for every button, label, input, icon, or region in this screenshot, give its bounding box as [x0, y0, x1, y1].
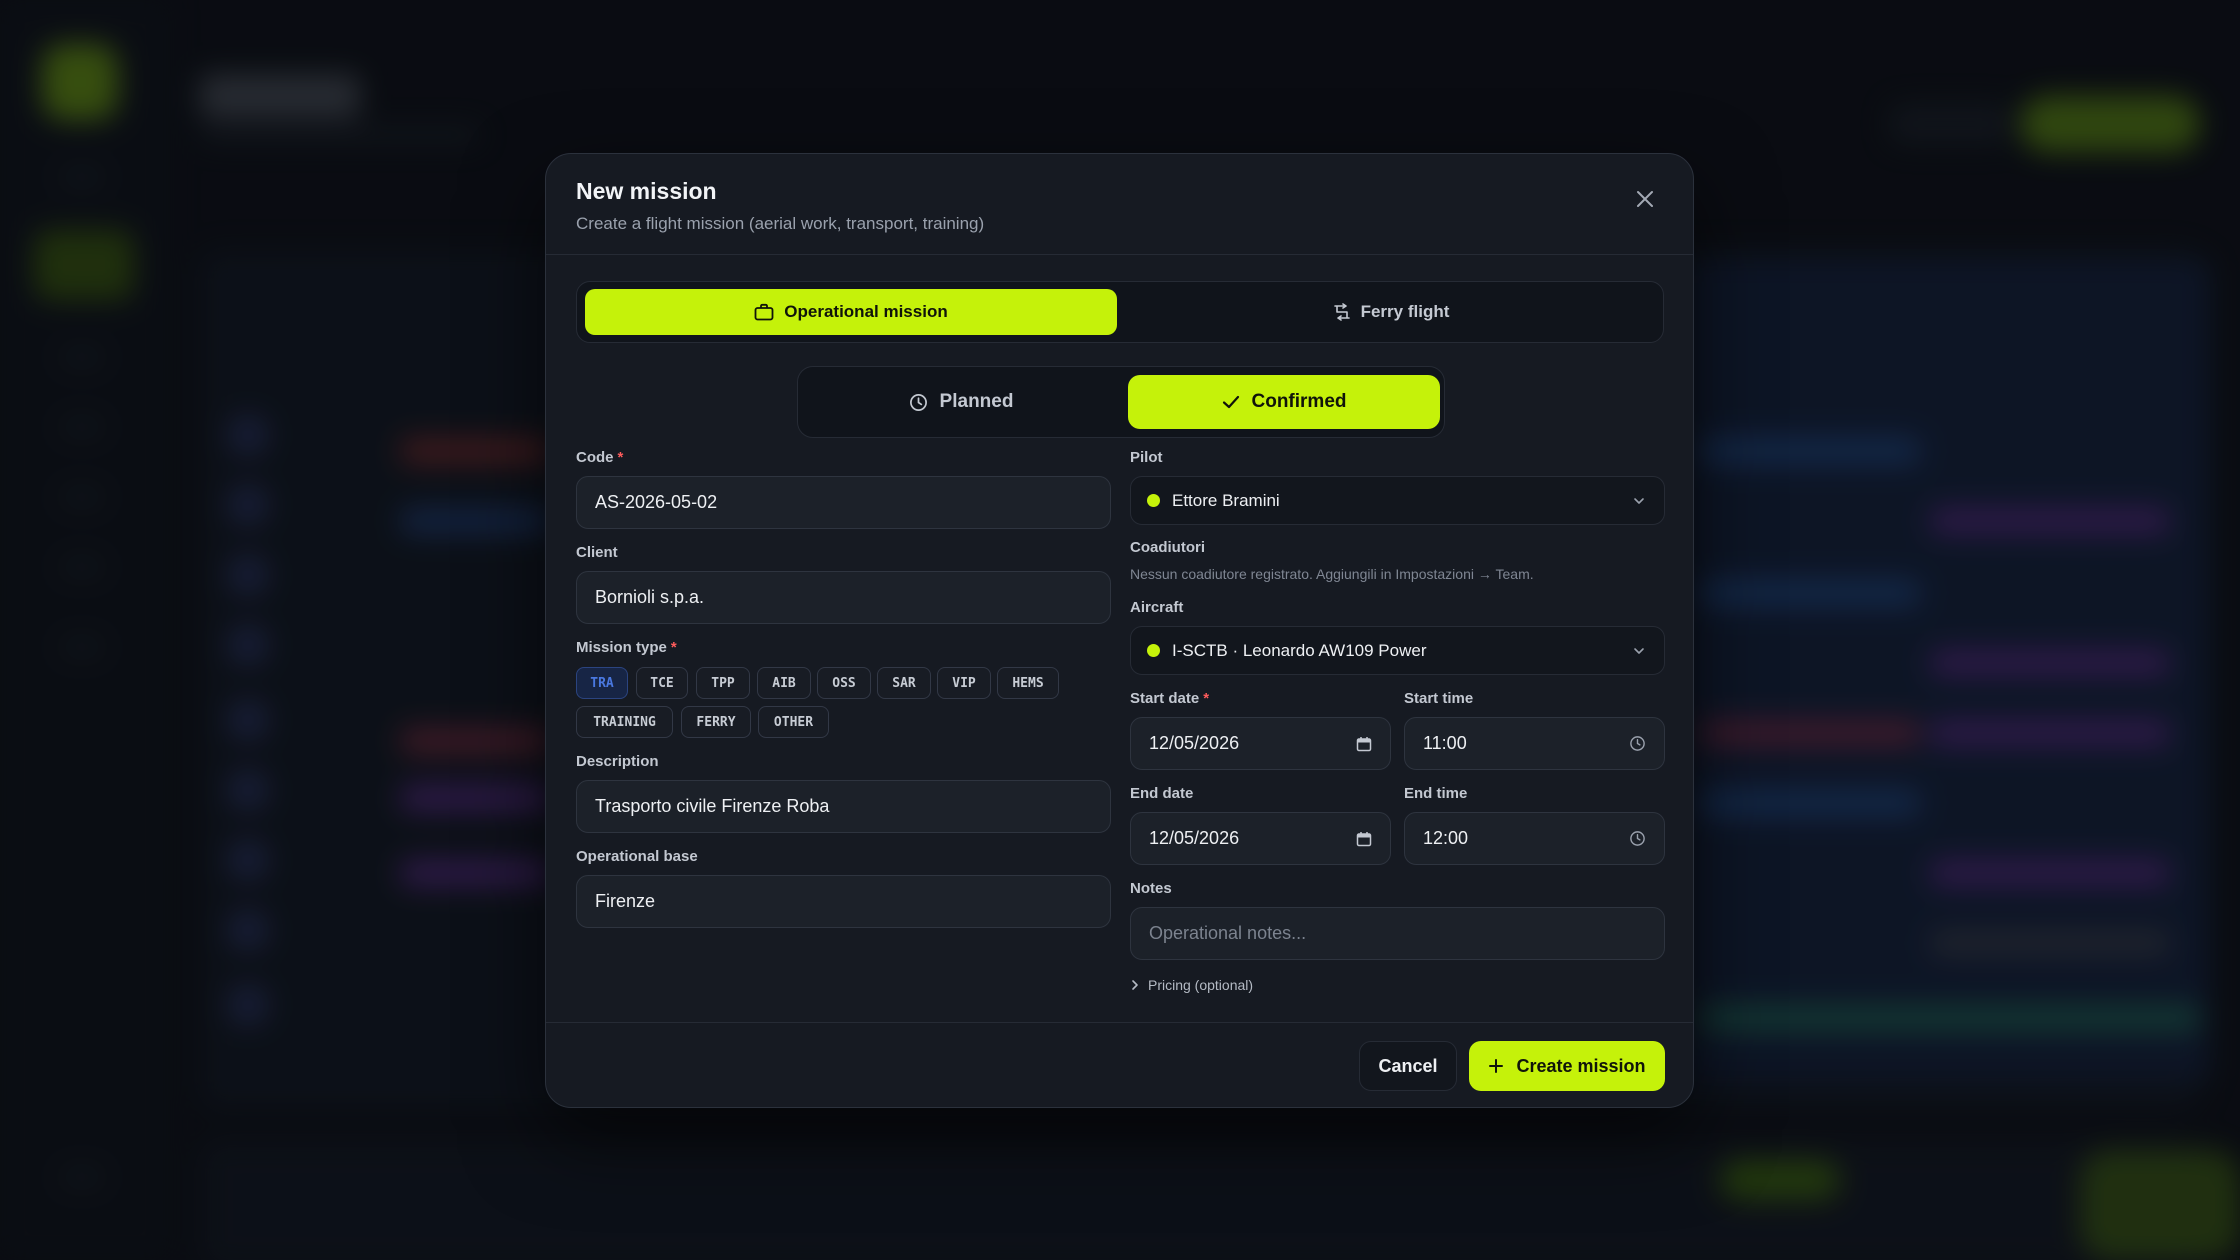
check-icon — [1222, 395, 1239, 409]
end-time-input[interactable]: 12:00 — [1404, 812, 1665, 865]
dialog-subtitle: Create a flight mission (aerial work, tr… — [576, 214, 985, 233]
notes-label: Notes — [1130, 880, 1172, 897]
mission-type-chip-aib[interactable]: AIB — [757, 667, 811, 699]
mission-type-chip-tra[interactable]: TRA — [576, 667, 628, 699]
mission-type-chip-hems[interactable]: HEMS — [997, 667, 1059, 699]
code-label: Code * — [576, 449, 624, 466]
mission-type-chip-other[interactable]: OTHER — [758, 706, 829, 738]
end-date-input[interactable]: 12/05/2026 — [1130, 812, 1391, 865]
client-input[interactable]: Bornioli s.p.a. — [576, 571, 1111, 624]
dialog-title: New mission — [576, 178, 717, 204]
end-date-label: End date — [1130, 785, 1194, 802]
create-mission-button[interactable]: Create mission — [1469, 1041, 1665, 1091]
mission-type-chip-tce[interactable]: TCE — [636, 667, 688, 699]
client-label: Client — [576, 544, 618, 561]
code-input[interactable]: AS-2026-05-02 — [576, 476, 1111, 529]
required-marker: * — [617, 449, 624, 466]
end-time-value: 12:00 — [1423, 828, 1469, 848]
aircraft-status-dot — [1147, 644, 1160, 657]
mission-kind-toggle: Operational mission Ferry flight — [576, 281, 1664, 343]
mission-type-label: Mission type * — [576, 639, 677, 656]
required-marker: * — [1203, 690, 1210, 707]
status-confirmed-label: Confirmed — [1251, 391, 1347, 412]
clock-icon[interactable] — [1629, 735, 1646, 752]
plus-icon — [1489, 1059, 1504, 1073]
chevron-down-icon — [1634, 498, 1644, 504]
create-mission-label: Create mission — [1516, 1055, 1646, 1076]
description-label: Description — [576, 753, 659, 770]
new-mission-dialog: New mission Create a flight mission (aer… — [545, 153, 1694, 1108]
coadiutori-hint: Nessun coadiutore registrato. Aggiungili… — [1130, 566, 1534, 582]
pilot-select[interactable]: Ettore Bramini — [1130, 476, 1665, 525]
start-date-input[interactable]: 12/05/2026 — [1130, 717, 1391, 770]
operational-mission-label: Operational mission — [784, 302, 948, 321]
operational-base-label: Operational base — [576, 848, 698, 865]
cancel-button[interactable]: Cancel — [1359, 1041, 1457, 1091]
start-time-value: 11:00 — [1423, 733, 1467, 753]
pilot-value: Ettore Bramini — [1172, 490, 1280, 510]
close-icon — [1637, 191, 1653, 207]
start-time-input[interactable]: 11:00 — [1404, 717, 1665, 770]
coadiutori-label: Coadiutori — [1130, 539, 1205, 556]
start-time-label: Start time — [1404, 690, 1474, 707]
aircraft-label: Aircraft — [1130, 599, 1184, 616]
required-marker: * — [670, 639, 677, 656]
dialog-header: New mission Create a flight mission (aer… — [546, 154, 1693, 255]
start-date-value: 12/05/2026 — [1149, 733, 1240, 753]
notes-input[interactable]: Operational notes... — [1130, 907, 1665, 960]
aircraft-value: I-SCTB · Leonardo AW109 Power — [1172, 640, 1427, 660]
clock-icon — [909, 393, 927, 411]
status-toggle: Planned Confirmed — [797, 366, 1445, 438]
ferry-flight-label: Ferry flight — [1360, 302, 1450, 321]
mission-type-chip-sar[interactable]: SAR — [877, 667, 931, 699]
start-date-label: Start date * — [1130, 690, 1210, 707]
pilot-status-dot — [1147, 494, 1160, 507]
pilot-label: Pilot — [1130, 449, 1163, 466]
status-planned-option[interactable]: Planned — [806, 375, 1116, 429]
mission-type-chip-ferry[interactable]: FERRY — [681, 706, 751, 738]
aircraft-select[interactable]: I-SCTB · Leonardo AW109 Power — [1130, 626, 1665, 675]
chevron-down-icon — [1634, 648, 1644, 654]
ferry-flight-option[interactable]: Ferry flight — [1125, 289, 1657, 335]
calendar-icon[interactable] — [1356, 831, 1372, 847]
briefcase-icon — [754, 303, 774, 321]
clock-icon[interactable] — [1629, 830, 1646, 847]
end-date-value: 12/05/2026 — [1149, 828, 1240, 848]
calendar-icon[interactable] — [1356, 736, 1372, 752]
mission-type-chip-training[interactable]: TRAINING — [576, 706, 673, 738]
end-time-label: End time — [1404, 785, 1468, 802]
route-icon — [1333, 303, 1350, 321]
close-button[interactable] — [1630, 184, 1660, 214]
mission-type-chip-vip[interactable]: VIP — [937, 667, 991, 699]
pricing-label: Pricing (optional) — [1148, 977, 1254, 993]
chevron-right-icon — [1132, 980, 1138, 990]
mission-type-chip-tpp[interactable]: TPP — [696, 667, 750, 699]
status-confirmed-option[interactable]: Confirmed — [1128, 375, 1440, 429]
operational-base-input[interactable]: Firenze — [576, 875, 1111, 928]
operational-mission-option[interactable]: Operational mission — [585, 289, 1117, 335]
description-input[interactable]: Trasporto civile Firenze Roba — [576, 780, 1111, 833]
pricing-toggle[interactable]: Pricing (optional) — [1130, 977, 1253, 993]
mission-type-chip-oss[interactable]: OSS — [817, 667, 871, 699]
status-planned-label: Planned — [939, 391, 1014, 412]
